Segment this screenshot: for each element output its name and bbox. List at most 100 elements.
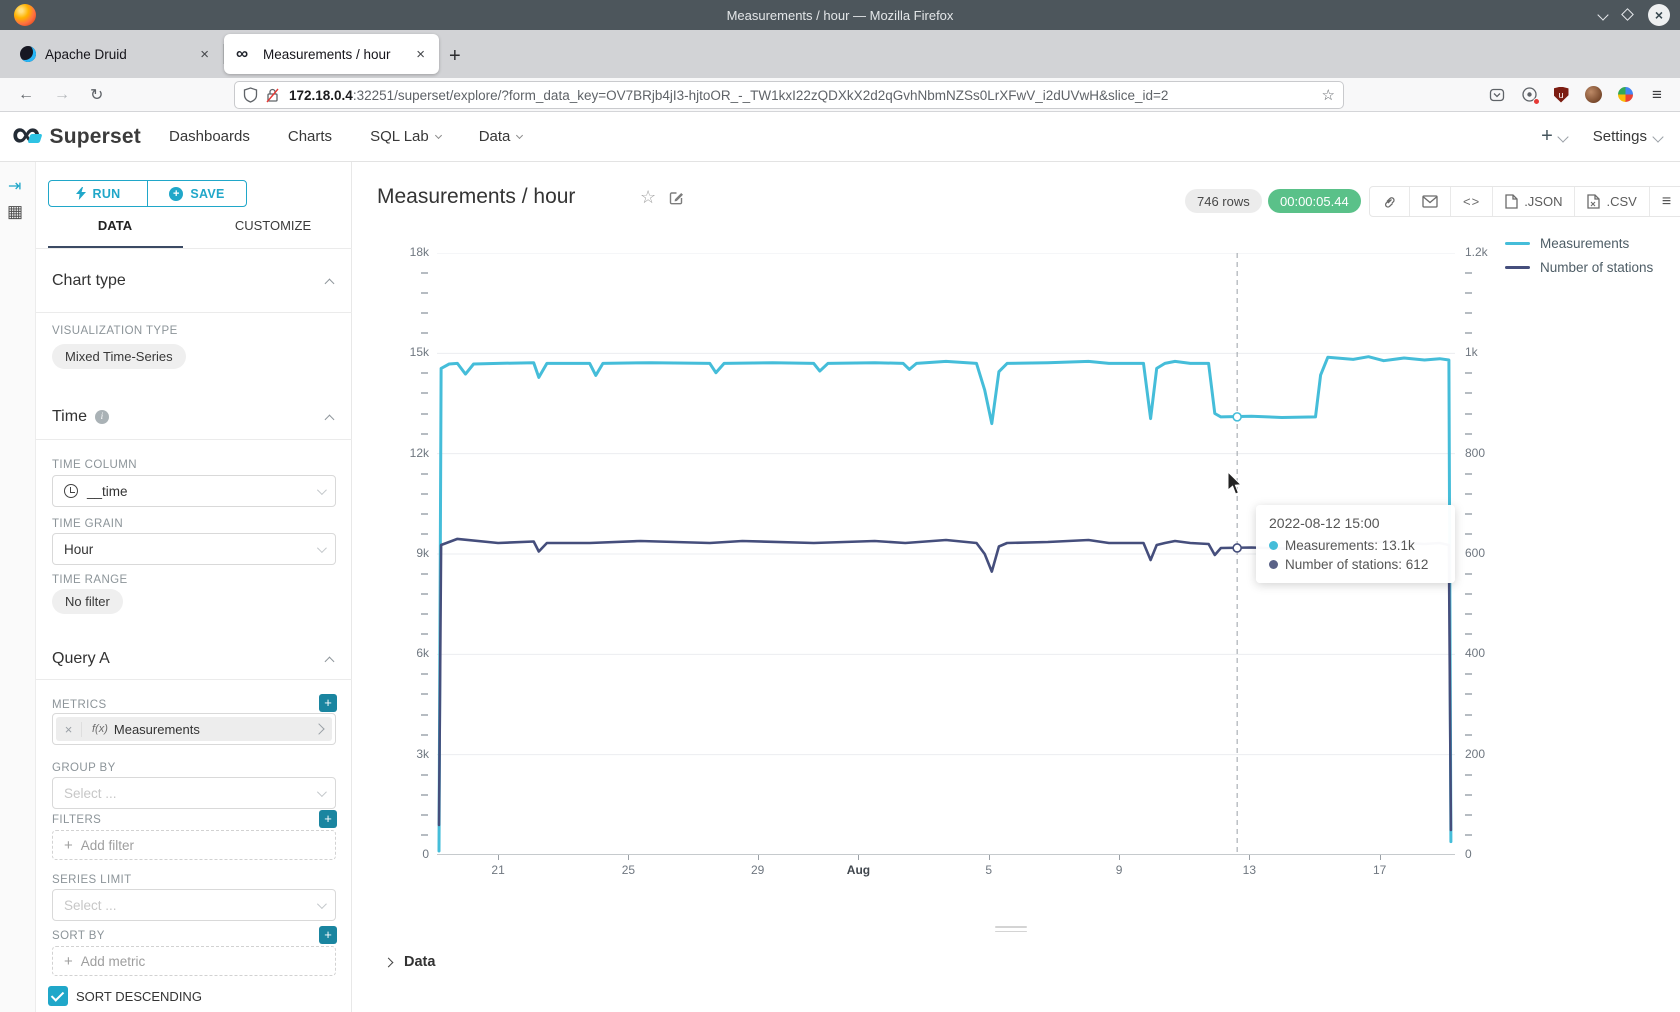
email-button[interactable] xyxy=(1410,187,1451,216)
reload-button[interactable]: ↻ xyxy=(80,85,113,105)
superset-logo[interactable]: ∞ xyxy=(12,114,41,160)
new-tab-button[interactable]: + xyxy=(449,45,461,68)
run-button[interactable]: RUN xyxy=(49,181,148,206)
chevron-up-icon[interactable] xyxy=(325,657,335,667)
tab-active[interactable]: ∞Measurements / hour× xyxy=(224,34,439,74)
data-expander[interactable]: Data xyxy=(385,954,435,970)
pocket-icon[interactable] xyxy=(1488,86,1506,104)
nav-item-label: SQL Lab xyxy=(370,128,429,145)
y-axis-minor-tick xyxy=(1465,513,1472,515)
ublock-icon[interactable]: u xyxy=(1552,86,1570,104)
embed-code-button[interactable]: <> xyxy=(1451,187,1493,216)
favorite-star-icon[interactable]: ☆ xyxy=(640,187,656,208)
add-sort-metric-box[interactable]: +Add metric xyxy=(52,946,336,976)
nav-item-charts[interactable]: Charts xyxy=(288,128,332,145)
menu-icon[interactable]: ≡ xyxy=(1648,86,1666,104)
y-axis-minor-tick xyxy=(1465,714,1472,716)
chart-menu-button[interactable]: ≡ xyxy=(1650,187,1680,216)
y-axis-minor-tick xyxy=(421,533,428,535)
share-link-button[interactable] xyxy=(1370,187,1410,216)
y-axis-minor-tick xyxy=(1465,372,1472,374)
time-column-select[interactable]: __time xyxy=(52,475,336,507)
extension-pinwheel-icon[interactable] xyxy=(1616,86,1634,104)
timer-badge: 00:00:05.44 xyxy=(1268,189,1361,213)
nav-item-dashboards[interactable]: Dashboards xyxy=(169,128,250,145)
tab-close-icon[interactable]: × xyxy=(198,46,211,63)
druid-favicon xyxy=(20,46,36,62)
add-metric-button[interactable]: + xyxy=(319,694,337,712)
section-query-a[interactable]: Query A xyxy=(52,650,110,668)
add-sort-metric-button[interactable]: + xyxy=(319,926,337,944)
series-limit-select[interactable]: Select ... xyxy=(52,889,336,921)
dataset-grid-icon[interactable]: ▦ xyxy=(7,202,23,222)
legend-item[interactable]: Number of stations xyxy=(1505,260,1653,275)
y-axis-minor-tick xyxy=(1465,593,1472,595)
chart-actions: <> .JSON .CSV ≡ xyxy=(1369,186,1680,217)
add-filter-button[interactable]: + xyxy=(319,810,337,828)
y-axis-left-tick: 3k xyxy=(375,747,429,761)
browser-toolbar: ← → ↻ 172.18.0.4:32251/superset/explore/… xyxy=(0,78,1680,112)
save-button[interactable]: + SAVE xyxy=(148,181,246,206)
y-axis-right-tick: 600 xyxy=(1465,546,1519,560)
section-time[interactable]: Timei xyxy=(52,408,109,426)
metric-token[interactable]: × f(x) Measurements xyxy=(56,717,332,741)
tab-data[interactable]: DATA xyxy=(36,218,194,233)
y-axis-minor-tick xyxy=(421,473,428,475)
maximize-button[interactable] xyxy=(1623,6,1632,24)
legend-swatch xyxy=(1505,242,1530,245)
y-axis-minor-tick xyxy=(1465,392,1472,394)
x-axis-tick-mark xyxy=(1249,855,1250,860)
y-axis-minor-tick xyxy=(1465,272,1472,274)
chevron-up-icon[interactable] xyxy=(325,415,335,425)
y-axis-right-tick: 0 xyxy=(1465,847,1519,861)
extensions-icon[interactable] xyxy=(1520,86,1538,104)
tab-customize[interactable]: CUSTOMIZE xyxy=(194,218,352,233)
nav-item-sql-lab[interactable]: SQL Lab xyxy=(370,128,441,145)
y-axis-left-tick: 18k xyxy=(375,245,429,259)
resize-handle[interactable] xyxy=(995,926,1027,935)
superset-brand[interactable]: Superset xyxy=(50,125,141,149)
nav-item-data[interactable]: Data xyxy=(479,128,523,145)
series-limit-label: SERIES LIMIT xyxy=(52,874,132,886)
export-json-button[interactable]: .JSON xyxy=(1493,187,1575,216)
section-chart-type[interactable]: Chart type xyxy=(52,272,126,290)
x-axis-tick-mark xyxy=(858,855,859,860)
time-range-pill[interactable]: No filter xyxy=(52,589,123,614)
caret-down-icon xyxy=(516,131,523,138)
back-button[interactable]: ← xyxy=(8,86,44,104)
group-by-select[interactable]: Select ... xyxy=(52,777,336,809)
expand-metric-icon[interactable] xyxy=(306,725,332,733)
edit-properties-icon[interactable] xyxy=(668,189,685,206)
sort-descending-checkbox[interactable] xyxy=(48,986,68,1006)
url-bar[interactable]: 172.18.0.4:32251/superset/explore/?form_… xyxy=(234,81,1344,109)
bookmark-star-icon[interactable]: ☆ xyxy=(1322,86,1335,104)
superset-navbar: ∞ Superset Dashboards Charts SQL Lab Data +… xyxy=(0,112,1680,162)
export-csv-button[interactable]: .CSV xyxy=(1575,187,1649,216)
y-axis-minor-tick xyxy=(1465,312,1472,314)
add-new-menu[interactable]: + xyxy=(1541,125,1567,148)
tab-label: Measurements / hour xyxy=(263,47,405,62)
tab-inactive[interactable]: Apache Druid× xyxy=(8,34,223,74)
legend-item[interactable]: Measurements xyxy=(1505,236,1653,251)
browser-titlebar: Measurements / hour — Mozilla Firefox × xyxy=(0,0,1680,30)
add-filter-box[interactable]: +Add filter xyxy=(52,830,336,860)
caret-down-icon xyxy=(435,131,442,138)
visualization-type-pill[interactable]: Mixed Time-Series xyxy=(52,344,186,369)
lock-slash-icon[interactable] xyxy=(265,87,280,103)
avatar[interactable] xyxy=(1584,86,1602,104)
y-axis-minor-tick xyxy=(421,332,428,334)
fx-icon: f(x) xyxy=(92,723,108,735)
shield-icon[interactable] xyxy=(243,87,258,103)
tab-close-icon[interactable]: × xyxy=(414,46,427,63)
collapse-dataset-panel-icon[interactable]: ⇥ xyxy=(8,176,21,196)
sort-descending-label: SORT DESCENDING xyxy=(76,989,202,1004)
settings-menu[interactable]: Settings xyxy=(1593,128,1662,145)
chevron-up-icon[interactable] xyxy=(325,279,335,289)
group-by-label: GROUP BY xyxy=(52,762,116,774)
tooltip-row: Number of stations: 612 xyxy=(1269,557,1442,572)
forward-button[interactable]: → xyxy=(44,86,80,104)
remove-metric-icon[interactable]: × xyxy=(56,722,82,737)
minimize-button[interactable] xyxy=(1599,6,1607,24)
time-grain-select[interactable]: Hour xyxy=(52,533,336,565)
close-button[interactable]: × xyxy=(1648,4,1670,26)
